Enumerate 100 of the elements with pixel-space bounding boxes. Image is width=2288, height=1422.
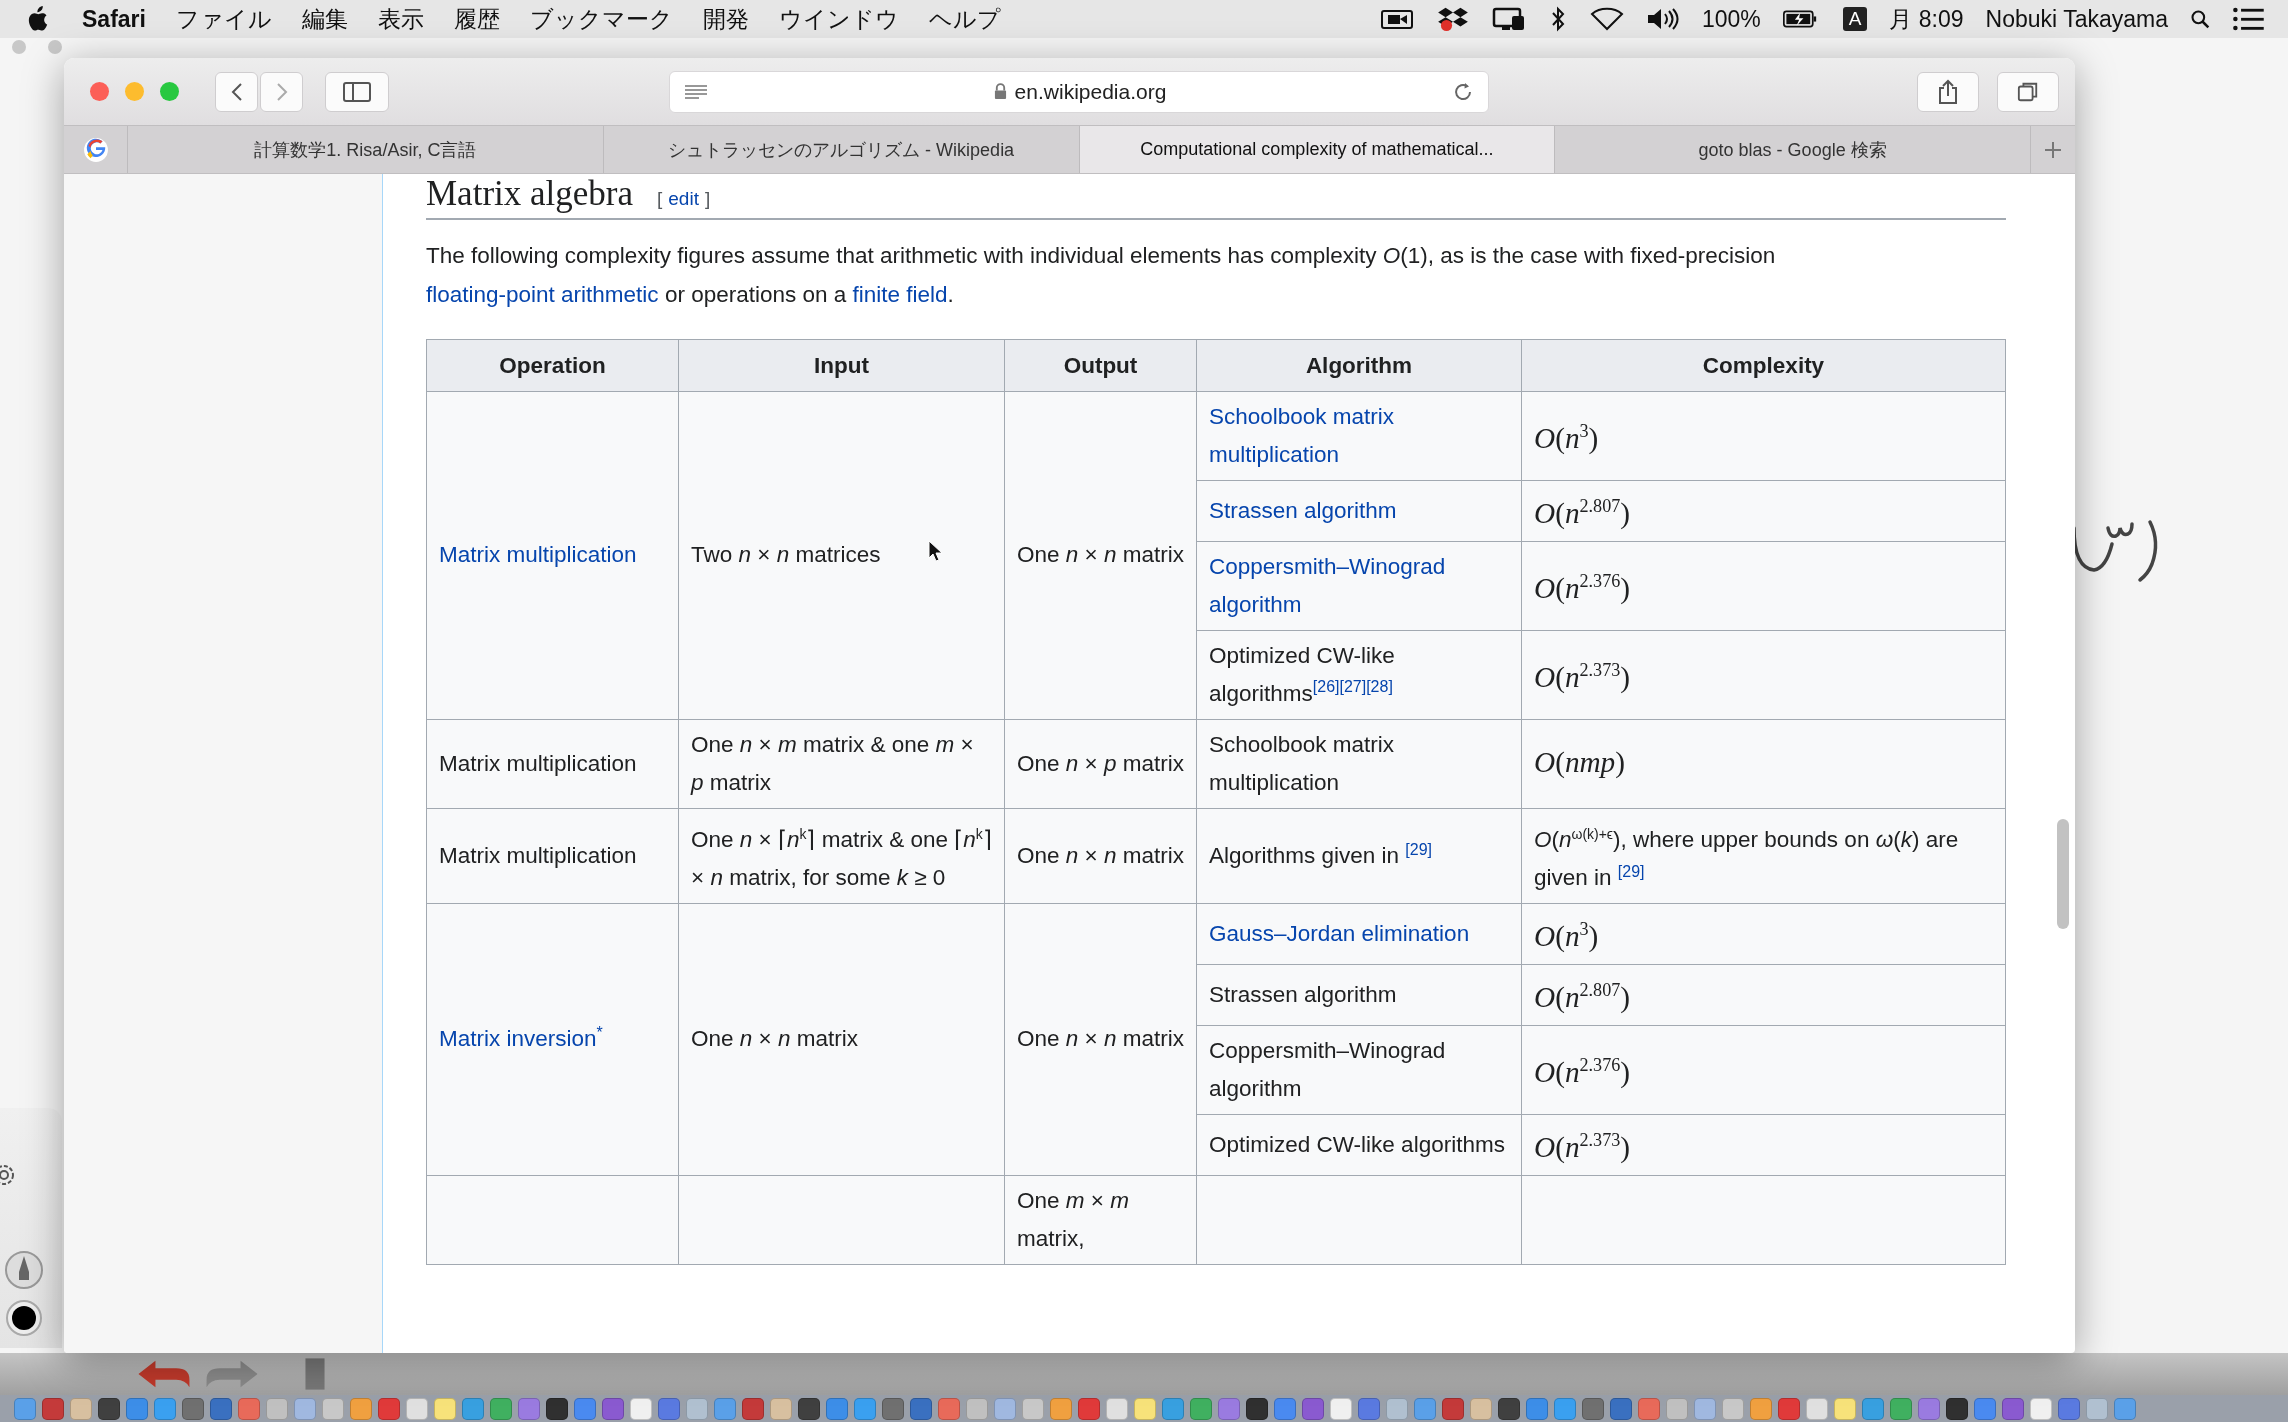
lock-icon — [993, 83, 1007, 100]
cell-text: O(nmp) — [1534, 746, 1625, 779]
pen-icon[interactable] — [4, 1250, 44, 1290]
cell-text: O(n$^{3}$) — [1534, 421, 1599, 454]
maximize-button[interactable] — [160, 82, 179, 101]
app-icon[interactable] — [546, 1397, 568, 1420]
menu-item[interactable]: ブックマーク — [529, 3, 673, 35]
link[interactable]: finite field — [852, 282, 948, 307]
column-header: Algorithm — [1196, 339, 1522, 392]
column-header: Output — [1004, 339, 1197, 392]
reference-link[interactable]: [29] — [1405, 840, 1433, 858]
tabs-overview-button[interactable] — [1997, 71, 2059, 112]
app-icon[interactable] — [602, 1397, 624, 1420]
app-icon[interactable] — [1302, 1397, 1324, 1420]
list-icon[interactable] — [2232, 6, 2266, 32]
app-icon[interactable] — [910, 1397, 932, 1420]
cell-text: Schoolbook matrix multiplication — [1209, 731, 1395, 795]
cell-text: Matrix multiplication — [439, 843, 637, 868]
app-icon[interactable] — [1610, 1397, 1632, 1420]
link[interactable]: floating-point arithmetic — [426, 282, 659, 307]
cell-text: O(n$^{2.807}$) — [1534, 496, 1631, 529]
chevron-right-icon — [275, 81, 288, 102]
app-icon[interactable] — [1498, 1397, 1520, 1420]
cell-text: One n × n matrix — [1017, 843, 1184, 868]
cell-text: O(n$^{2.376}$) — [1534, 1055, 1631, 1088]
bracket: ] — [704, 188, 711, 210]
menu-item[interactable]: 履歴 — [453, 3, 500, 35]
user-name[interactable]: Nobuki Takayama — [1985, 5, 2168, 33]
intro-paragraph: The following complexity figures assume that arithmetic with individual elements has complexity O(1), as is the case with fixed-precision floating-point arithmetic or operations on a finite field. — [426, 242, 1777, 309]
cell-text: O(n$^{2.373}$) — [1534, 660, 1631, 693]
column-header: Input — [678, 339, 1005, 392]
cell-text: O(n$^{2.807}$) — [1534, 980, 1631, 1013]
clock[interactable]: 月 8:09 — [1889, 3, 1964, 35]
pen-color-swatch[interactable] — [4, 1298, 44, 1338]
cell-text: Matrix multiplication — [439, 750, 637, 776]
app-icon[interactable] — [742, 1397, 764, 1420]
app-icon[interactable] — [882, 1397, 904, 1420]
window-button[interactable] — [48, 40, 62, 54]
browser-tab[interactable]: シュトラッセンのアルゴリズム - Wikipedia — [603, 126, 1080, 173]
window-button[interactable] — [12, 40, 26, 54]
cell-text: Two n × n matrices — [691, 542, 881, 568]
app-icon[interactable] — [210, 1397, 232, 1420]
battery-percentage: 100% — [1701, 5, 1761, 33]
app-icon[interactable] — [1442, 1397, 1464, 1420]
share-icon — [1937, 78, 1959, 105]
link[interactable]: Strassen algorithm — [1209, 491, 1397, 530]
app-icon[interactable] — [42, 1397, 64, 1420]
menu-item[interactable]: ヘルプ — [928, 3, 1001, 35]
google-icon — [82, 136, 109, 163]
plus-icon — [2043, 139, 2063, 160]
reference-link[interactable]: [26][27][28] — [1312, 678, 1393, 696]
reader-icon[interactable] — [684, 83, 708, 100]
cell-text: One n × m matrix & one m × p matrix — [691, 731, 974, 795]
app-icon[interactable] — [798, 1397, 820, 1420]
url-text: en.wikipedia.org — [1014, 79, 1167, 104]
menu-item[interactable]: 表示 — [377, 3, 424, 35]
reload-icon[interactable] — [1452, 80, 1474, 103]
back-button[interactable] — [215, 71, 258, 112]
volume-icon[interactable] — [1645, 6, 1680, 32]
edit-link[interactable]: edit — [668, 188, 699, 210]
section-heading: Matrix algebra — [426, 174, 633, 214]
wifi-icon[interactable] — [1589, 6, 1624, 32]
cell-text: One m × m matrix, — [1017, 1187, 1129, 1251]
app-icon[interactable] — [182, 1397, 204, 1420]
cell-text: One n × n matrix — [1017, 542, 1184, 568]
link[interactable]: Matrix inversion — [439, 1020, 597, 1059]
link[interactable]: Gauss–Jordan elimination — [1209, 915, 1470, 954]
reference-link[interactable]: [29] — [1617, 862, 1645, 880]
sidebar-icon — [343, 81, 371, 102]
column-header: Operation — [426, 339, 679, 392]
apple-icon[interactable] — [26, 6, 48, 32]
cursor-icon — [928, 540, 942, 562]
input-source-indicator[interactable]: A — [1842, 7, 1868, 31]
minimize-button[interactable] — [125, 82, 144, 101]
link[interactable]: Coppersmith–Winograd algorithm — [1209, 547, 1509, 624]
link[interactable]: Schoolbook matrix multiplication — [1209, 398, 1509, 474]
app-icon[interactable] — [1246, 1397, 1268, 1420]
app-icon[interactable] — [1582, 1397, 1604, 1420]
browser-tab[interactable]: 計算数学1. Risa/Asir, C言語 — [128, 126, 604, 173]
menu-item[interactable]: ウインドウ — [778, 3, 899, 35]
display-icon[interactable] — [1491, 6, 1526, 32]
cell-text: Strassen algorithm — [1209, 981, 1397, 1007]
reference-link[interactable]: * — [596, 1023, 603, 1041]
app-icon[interactable] — [98, 1397, 120, 1420]
app-icon[interactable] — [2002, 1397, 2024, 1420]
menu-item[interactable]: ファイル — [175, 3, 272, 35]
cell-text: Coppersmith–Winograd algorithm — [1209, 1037, 1446, 1101]
sidebar-button[interactable] — [325, 71, 389, 112]
menu-item[interactable]: 編集 — [301, 3, 348, 35]
cell-text: O(n$^{ω(k)+ϵ}$), where upper bounds on ω(k) are given in $^{[29]}$ — [1534, 827, 1959, 891]
browser-tab[interactable]: Computational complexity of mathematical... — [1079, 126, 1556, 173]
scrollbar-thumb[interactable] — [2057, 819, 2069, 929]
menu-item[interactable]: 開発 — [702, 3, 749, 35]
share-button[interactable] — [1917, 71, 1979, 112]
address-field[interactable]: en.wikipedia.org — [669, 70, 1489, 113]
app-icon[interactable] — [1946, 1397, 1968, 1420]
close-button[interactable] — [90, 82, 109, 101]
link[interactable]: Matrix multiplication — [439, 536, 637, 575]
app-menu[interactable]: Safari — [82, 5, 146, 33]
cell-text: O(n$^{3}$) — [1534, 920, 1599, 952]
